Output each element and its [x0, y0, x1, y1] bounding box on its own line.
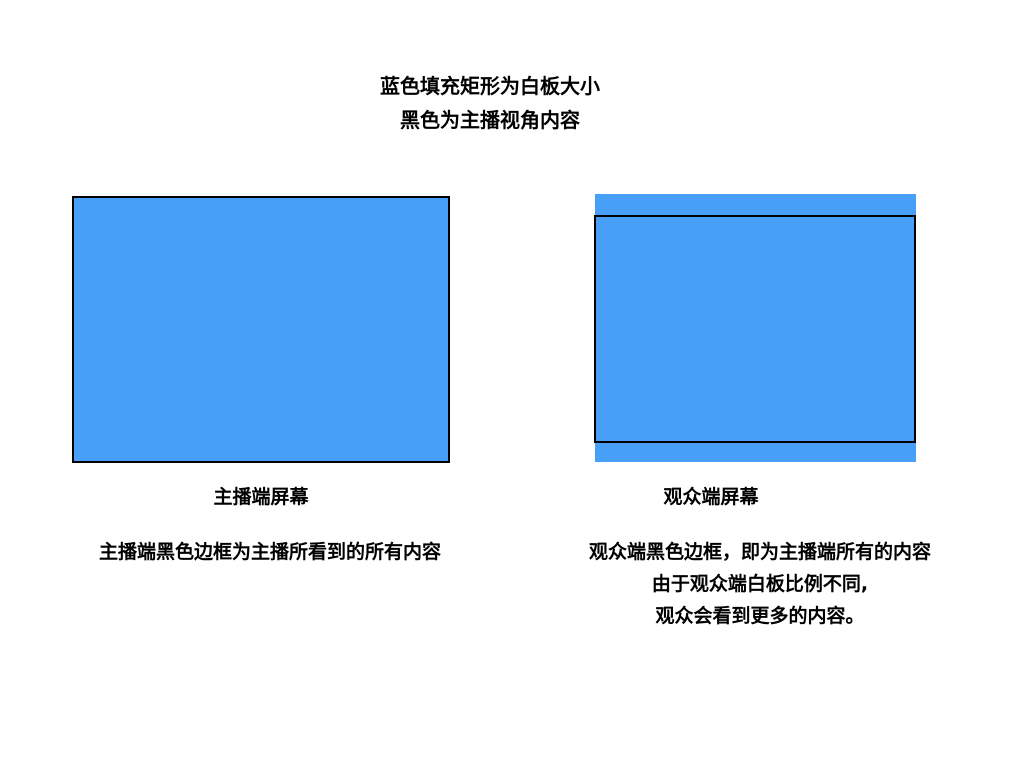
- host-description-line: 主播端黑色边框为主播所看到的所有内容: [98, 541, 441, 563]
- diagram-title-line-2: 黑色为主播视角内容: [400, 108, 580, 132]
- audience-screen-label: 观众端屏幕: [663, 486, 759, 508]
- audience-host-view-frame: [594, 215, 916, 443]
- audience-description-line-2: 由于观众端白板比例不同,: [651, 573, 869, 595]
- audience-description: 观众端黑色边框，即为主播端所有的内容 由于观众端白板比例不同, 观众会看到更多的…: [520, 536, 1000, 632]
- host-screen-board: [72, 196, 450, 463]
- audience-description-line-3: 观众会看到更多的内容。: [655, 605, 865, 627]
- diagram-title-line-1: 蓝色填充矩形为白板大小: [380, 74, 600, 98]
- audience-description-line-1: 观众端黑色边框，即为主播端所有的内容: [588, 541, 931, 563]
- host-screen-label: 主播端屏幕: [213, 486, 309, 508]
- host-description: 主播端黑色边框为主播所看到的所有内容: [40, 536, 500, 568]
